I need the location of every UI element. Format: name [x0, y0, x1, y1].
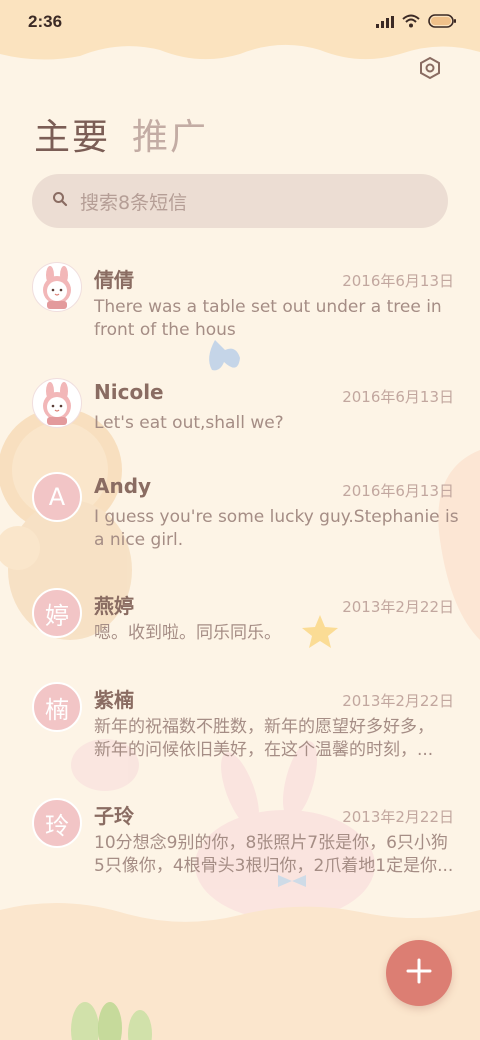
avatar: A — [32, 472, 82, 522]
message-date: 2013年2月22日 — [342, 808, 454, 826]
message-preview: I guess you're some lucky guy.Stephanie … — [94, 507, 459, 550]
list-item[interactable]: 楠 紫楠 2013年2月22日 新年的祝福数不胜数，新年的愿望好多好多， 新年的… — [0, 680, 480, 780]
search-input[interactable]: 搜索8条短信 — [32, 174, 448, 228]
message-preview: 嗯。收到啦。同乐同乐。 — [94, 623, 281, 643]
search-placeholder: 搜索8条短信 — [80, 191, 188, 214]
sender-name: 紫楠 — [94, 688, 134, 712]
status-icons — [376, 13, 456, 32]
sender-name: Andy — [94, 474, 152, 498]
settings-button[interactable] — [416, 56, 444, 84]
message-preview-line: 10分想念9别的你，8张照片7张是你，6只小狗 — [94, 833, 448, 853]
search-icon — [52, 191, 68, 211]
message-date: 2016年6月13日 — [342, 272, 454, 290]
tab-primary[interactable]: 主要 — [34, 108, 110, 160]
message-preview: There was a table set out under a tree i… — [94, 297, 442, 340]
bunny-avatar-icon — [43, 266, 71, 309]
message-date: 2013年2月22日 — [342, 598, 454, 616]
message-date: 2016年6月13日 — [342, 388, 454, 406]
avatar: 楠 — [32, 682, 82, 732]
tab-promotions[interactable]: 推广 — [132, 108, 208, 160]
list-item[interactable]: 倩倩 2016年6月13日 There was a table set out … — [0, 260, 480, 360]
sender-name: 倩倩 — [94, 268, 134, 292]
avatar — [32, 262, 82, 312]
avatar — [32, 378, 82, 428]
status-bar: 2:36 — [0, 0, 480, 44]
sender-name: 燕婷 — [94, 594, 134, 618]
message-preview-line: 新年的祝福数不胜数，新年的愿望好多好多， — [94, 717, 434, 737]
message-preview-line: 新年的问候依旧美好，在这个温馨的时刻，... — [94, 740, 434, 760]
list-item[interactable]: A Andy 2016年6月13日 I guess you're some lu… — [0, 470, 480, 570]
plus-icon — [405, 957, 433, 989]
message-date: 2016年6月13日 — [342, 482, 454, 500]
status-time: 2:36 — [28, 12, 63, 31]
message-preview: Let's eat out,shall we? — [94, 413, 284, 433]
list-item[interactable]: 玲 子玲 2013年2月22日 10分想念9别的你，8张照片7张是你，6只小狗 … — [0, 796, 480, 896]
avatar: 玲 — [32, 798, 82, 848]
tab-bar: 主要 推广 — [34, 108, 208, 160]
compose-button[interactable] — [386, 940, 452, 1006]
list-item[interactable]: 婷 燕婷 2013年2月22日 嗯。收到啦。同乐同乐。 — [0, 586, 480, 656]
signal-icon — [376, 13, 394, 32]
sender-name: Nicole — [94, 380, 164, 404]
gear-icon — [418, 56, 442, 84]
sender-name: 子玲 — [94, 804, 134, 828]
message-preview-line: 5只像你，4根骨头3根归你，2爪着地1定是你... — [94, 856, 454, 876]
battery-icon — [428, 13, 456, 32]
message-date: 2013年2月22日 — [342, 692, 454, 710]
list-item[interactable]: Nicole 2016年6月13日 Let's eat out,shall we… — [0, 376, 480, 446]
wifi-icon — [402, 13, 420, 32]
avatar: 婷 — [32, 588, 82, 638]
